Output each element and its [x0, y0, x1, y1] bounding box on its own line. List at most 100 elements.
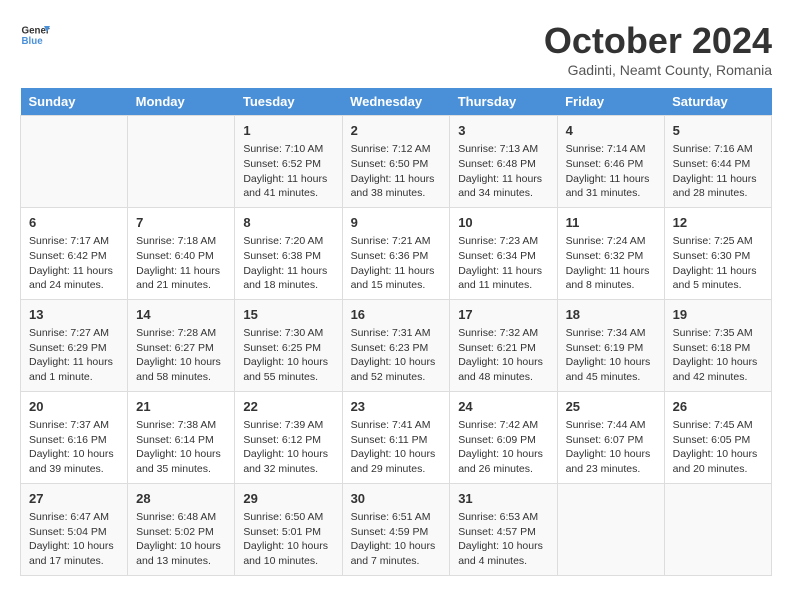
day-info: Sunrise: 6:47 AMSunset: 5:04 PMDaylight:… — [29, 510, 119, 569]
day-number: 1 — [243, 122, 333, 140]
day-number: 30 — [351, 490, 442, 508]
day-info: Sunrise: 7:39 AMSunset: 6:12 PMDaylight:… — [243, 418, 333, 477]
day-number: 5 — [673, 122, 763, 140]
calendar-cell: 8Sunrise: 7:20 AMSunset: 6:38 PMDaylight… — [235, 207, 342, 299]
calendar-cell: 19Sunrise: 7:35 AMSunset: 6:18 PMDayligh… — [664, 299, 771, 391]
weekday-header: Thursday — [450, 88, 557, 116]
calendar-cell — [664, 483, 771, 575]
day-info: Sunrise: 7:21 AMSunset: 6:36 PMDaylight:… — [351, 234, 442, 293]
calendar-cell: 18 Sunrise: 7:34 AMSunset: 6:19 PMDayligh… — [557, 299, 664, 391]
calendar-cell: 5 Sunrise: 7:16 AMSunset: 6:44 PMDaylight… — [664, 116, 771, 208]
month-title: October 2024 — [544, 20, 772, 62]
calendar-cell: 3 Sunrise: 7:13 AMSunset: 6:48 PMDaylight… — [450, 116, 557, 208]
day-info: Sunrise: 7:38 AMSunset: 6:14 PMDaylight:… — [136, 418, 226, 477]
calendar-cell: 24 Sunrise: 7:42 AMSunset: 6:09 PMDayligh… — [450, 391, 557, 483]
svg-text:Blue: Blue — [22, 36, 44, 47]
calendar-cell: 28Sunrise: 6:48 AMSunset: 5:02 PMDayligh… — [128, 483, 235, 575]
calendar-cell — [128, 116, 235, 208]
calendar-cell: 23Sunrise: 7:41 AMSunset: 6:11 PMDayligh… — [342, 391, 450, 483]
day-info: Sunrise: 7:23 AMSunset: 6:34 PMDaylight:… — [458, 234, 548, 293]
day-number: 16 — [351, 306, 442, 324]
calendar-cell: 21 Sunrise: 7:38 AMSunset: 6:14 PMDayligh… — [128, 391, 235, 483]
weekday-header: Tuesday — [235, 88, 342, 116]
calendar-week-row: 1 Sunrise: 7:10 AMSunset: 6:52 PMDaylight… — [21, 116, 772, 208]
day-info: Sunrise: 6:51 AMSunset: 4:59 PMDaylight:… — [351, 510, 442, 569]
weekday-header: Friday — [557, 88, 664, 116]
page-header: General Blue October 2024 Gadinti, Neamt… — [20, 20, 772, 78]
day-number: 6 — [29, 214, 119, 232]
calendar-cell: 25 Sunrise: 7:44 AMSunset: 6:07 PMDayligh… — [557, 391, 664, 483]
day-number: 13 — [29, 306, 119, 324]
day-info: Sunrise: 7:10 AMSunset: 6:52 PMDaylight:… — [243, 142, 333, 201]
weekday-header: Wednesday — [342, 88, 450, 116]
weekday-header: Saturday — [664, 88, 771, 116]
day-info: Sunrise: 7:13 AMSunset: 6:48 PMDaylight:… — [458, 142, 548, 201]
calendar-cell: 11 Sunrise: 7:24 AMSunset: 6:32 PMDayligh… — [557, 207, 664, 299]
day-number: 4 — [566, 122, 656, 140]
day-info: Sunrise: 7:44 AMSunset: 6:07 PMDaylight:… — [566, 418, 656, 477]
day-info: Sunrise: 7:17 AMSunset: 6:42 PMDaylight:… — [29, 234, 119, 293]
day-number: 11 — [566, 214, 656, 232]
calendar-cell: 6 Sunrise: 7:17 AMSunset: 6:42 PMDaylight… — [21, 207, 128, 299]
day-info: Sunrise: 7:31 AMSunset: 6:23 PMDaylight:… — [351, 326, 442, 385]
calendar-week-row: 6 Sunrise: 7:17 AMSunset: 6:42 PMDaylight… — [21, 207, 772, 299]
calendar-cell: 20 Sunrise: 7:37 AMSunset: 6:16 PMDayligh… — [21, 391, 128, 483]
day-number: 24 — [458, 398, 548, 416]
logo-icon: General Blue — [20, 20, 50, 50]
day-info: Sunrise: 7:41 AMSunset: 6:11 PMDaylight:… — [351, 418, 442, 477]
calendar-cell: 15 Sunrise: 7:30 AMSunset: 6:25 PMDayligh… — [235, 299, 342, 391]
day-info: Sunrise: 7:35 AMSunset: 6:18 PMDaylight:… — [673, 326, 763, 385]
calendar-cell: 2 Sunrise: 7:12 AMSunset: 6:50 PMDaylight… — [342, 116, 450, 208]
calendar-week-row: 13Sunrise: 7:27 AMSunset: 6:29 PMDayligh… — [21, 299, 772, 391]
calendar-week-row: 20 Sunrise: 7:37 AMSunset: 6:16 PMDayligh… — [21, 391, 772, 483]
day-number: 3 — [458, 122, 548, 140]
day-info: Sunrise: 6:53 AMSunset: 4:57 PMDaylight:… — [458, 510, 548, 569]
calendar-cell: 17Sunrise: 7:32 AMSunset: 6:21 PMDayligh… — [450, 299, 557, 391]
day-info: Sunrise: 7:42 AMSunset: 6:09 PMDaylight:… — [458, 418, 548, 477]
calendar-cell: 16 Sunrise: 7:31 AMSunset: 6:23 PMDayligh… — [342, 299, 450, 391]
calendar-cell: 1 Sunrise: 7:10 AMSunset: 6:52 PMDaylight… — [235, 116, 342, 208]
day-number: 21 — [136, 398, 226, 416]
calendar-cell: 31Sunrise: 6:53 AMSunset: 4:57 PMDayligh… — [450, 483, 557, 575]
calendar-cell: 10 Sunrise: 7:23 AMSunset: 6:34 PMDayligh… — [450, 207, 557, 299]
day-number: 26 — [673, 398, 763, 416]
day-number: 27 — [29, 490, 119, 508]
calendar-cell — [557, 483, 664, 575]
calendar-cell: 27 Sunrise: 6:47 AMSunset: 5:04 PMDayligh… — [21, 483, 128, 575]
calendar-cell — [21, 116, 128, 208]
day-info: Sunrise: 7:16 AMSunset: 6:44 PMDaylight:… — [673, 142, 763, 201]
calendar-cell: 22Sunrise: 7:39 AMSunset: 6:12 PMDayligh… — [235, 391, 342, 483]
day-number: 15 — [243, 306, 333, 324]
day-number: 7 — [136, 214, 226, 232]
day-number: 9 — [351, 214, 442, 232]
calendar-table: SundayMondayTuesdayWednesdayThursdayFrid… — [20, 88, 772, 576]
weekday-header: Sunday — [21, 88, 128, 116]
calendar-cell: 30 Sunrise: 6:51 AMSunset: 4:59 PMDayligh… — [342, 483, 450, 575]
calendar-body: 1 Sunrise: 7:10 AMSunset: 6:52 PMDaylight… — [21, 116, 772, 576]
day-info: Sunrise: 7:30 AMSunset: 6:25 PMDaylight:… — [243, 326, 333, 385]
day-info: Sunrise: 7:12 AMSunset: 6:50 PMDaylight:… — [351, 142, 442, 201]
day-number: 2 — [351, 122, 442, 140]
day-number: 18 — [566, 306, 656, 324]
day-number: 12 — [673, 214, 763, 232]
calendar-cell: 9 Sunrise: 7:21 AMSunset: 6:36 PMDaylight… — [342, 207, 450, 299]
day-info: Sunrise: 7:24 AMSunset: 6:32 PMDaylight:… — [566, 234, 656, 293]
day-info: Sunrise: 7:14 AMSunset: 6:46 PMDaylight:… — [566, 142, 656, 201]
day-number: 10 — [458, 214, 548, 232]
calendar-cell: 12Sunrise: 7:25 AMSunset: 6:30 PMDayligh… — [664, 207, 771, 299]
day-info: Sunrise: 7:32 AMSunset: 6:21 PMDaylight:… — [458, 326, 548, 385]
calendar-cell: 14Sunrise: 7:28 AMSunset: 6:27 PMDayligh… — [128, 299, 235, 391]
logo: General Blue — [20, 20, 50, 50]
calendar-cell: 13Sunrise: 7:27 AMSunset: 6:29 PMDayligh… — [21, 299, 128, 391]
calendar-header-row: SundayMondayTuesdayWednesdayThursdayFrid… — [21, 88, 772, 116]
day-info: Sunrise: 7:34 AMSunset: 6:19 PMDaylight:… — [566, 326, 656, 385]
location: Gadinti, Neamt County, Romania — [544, 62, 772, 78]
day-number: 20 — [29, 398, 119, 416]
day-info: Sunrise: 7:18 AMSunset: 6:40 PMDaylight:… — [136, 234, 226, 293]
day-info: Sunrise: 7:20 AMSunset: 6:38 PMDaylight:… — [243, 234, 333, 293]
day-info: Sunrise: 7:37 AMSunset: 6:16 PMDaylight:… — [29, 418, 119, 477]
calendar-week-row: 27 Sunrise: 6:47 AMSunset: 5:04 PMDayligh… — [21, 483, 772, 575]
day-number: 28 — [136, 490, 226, 508]
day-number: 29 — [243, 490, 333, 508]
day-number: 25 — [566, 398, 656, 416]
